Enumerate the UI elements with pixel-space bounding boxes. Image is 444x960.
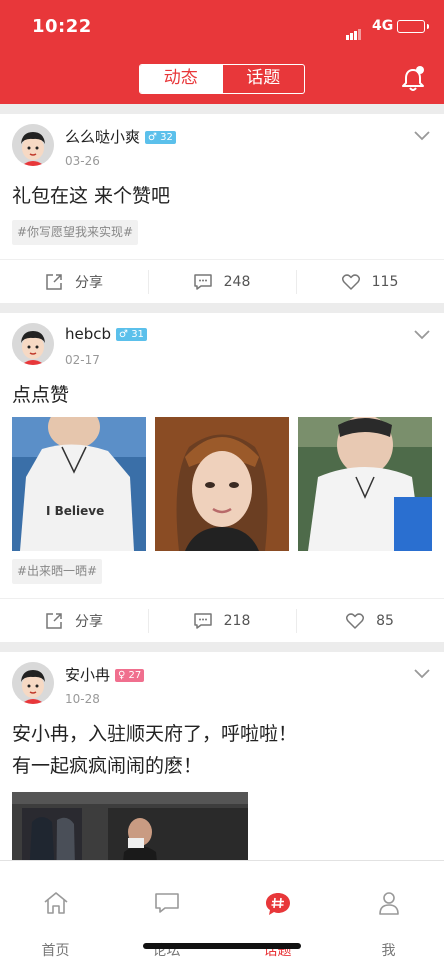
segment-control: 动态 话题	[139, 64, 305, 94]
share-button[interactable]: 分享	[0, 260, 148, 303]
topic-tag[interactable]: #出来晒一晒#	[12, 559, 103, 584]
post-date: 02-17	[65, 353, 100, 367]
photo-thumbnail[interactable]: I Believe	[12, 417, 146, 551]
age: 32	[160, 132, 173, 143]
share-icon	[46, 273, 62, 290]
feed[interactable]: 么么哒小爽 ♂ 32 03-26 礼包在这 来个赞吧 #你写愿望我来实现# 分享 …	[0, 104, 444, 860]
like-count: 115	[371, 273, 399, 290]
username-text: 安小冉	[65, 666, 111, 684]
username-text: 么么哒小爽	[65, 128, 141, 146]
photo-grid	[0, 782, 444, 860]
comment-icon	[193, 612, 212, 629]
avatar[interactable]	[12, 662, 54, 704]
network-label: 4G	[372, 18, 394, 34]
comment-count: 248	[223, 273, 251, 290]
post-date: 03-26	[65, 154, 100, 168]
comment-button[interactable]: 248	[148, 260, 296, 303]
chevron-down-icon[interactable]	[413, 329, 431, 341]
photo-thumbnail[interactable]	[155, 417, 289, 551]
hashtag-icon	[265, 893, 290, 915]
gender-symbol: ♂	[148, 132, 157, 143]
like-count: 85	[376, 612, 394, 629]
chat-icon	[154, 893, 179, 913]
gender-age-badge: ♂ 32	[145, 131, 176, 144]
divider	[0, 303, 444, 313]
gender-age-badge: ♀ 27	[115, 669, 145, 682]
age: 27	[128, 670, 142, 681]
share-icon	[46, 612, 62, 629]
avatar[interactable]	[12, 323, 54, 365]
age: 31	[131, 329, 144, 340]
chevron-down-icon[interactable]	[413, 668, 431, 680]
battery-icon	[397, 20, 429, 33]
app-header: 10:22 4G 动态 话题	[0, 0, 444, 104]
photo-shirt-text: I Believe	[46, 504, 104, 518]
post-user-row: hebcb ♂ 31 02-17	[0, 313, 444, 379]
comment-count: 218	[223, 612, 251, 629]
post-date: 10-28	[65, 692, 100, 706]
status-bar: 10:22 4G	[0, 0, 444, 54]
tab-label: 首页	[41, 943, 70, 959]
topic-tag[interactable]: #你写愿望我来实现#	[12, 220, 139, 245]
post-text: 点点赞	[12, 384, 70, 406]
heart-icon	[341, 273, 360, 290]
share-label: 分享	[75, 274, 103, 291]
share-label: 分享	[75, 613, 103, 630]
chevron-down-icon[interactable]	[413, 130, 431, 142]
username[interactable]: 安小冉 ♀ 27	[65, 664, 145, 685]
divider	[0, 642, 444, 652]
tab-home[interactable]: 首页	[0, 861, 111, 960]
bell-icon[interactable]	[398, 64, 428, 94]
post-text: 安小冉，入驻顺天府了，呼啦啦！ 有一起疯疯闹闹的麽！	[0, 718, 444, 782]
username[interactable]: hebcb ♂ 31	[65, 325, 147, 343]
tab-me[interactable]: 我	[333, 861, 444, 960]
post-card: 安小冉 ♀ 27 10-28 安小冉，入驻顺天府了，呼啦啦！ 有一起疯疯闹闹的麽！	[0, 652, 444, 860]
comment-icon	[193, 273, 212, 290]
gender-symbol: ♀	[118, 670, 126, 681]
post-card: hebcb ♂ 31 02-17 点点赞 I Believe #出来晒一晒# 分…	[0, 313, 444, 642]
like-button[interactable]: 85	[296, 599, 444, 642]
post-card: 么么哒小爽 ♂ 32 03-26 礼包在这 来个赞吧 #你写愿望我来实现# 分享 …	[0, 114, 444, 303]
divider	[0, 104, 444, 114]
avatar[interactable]	[12, 124, 54, 166]
status-time: 10:22	[32, 16, 92, 37]
post-user-row: 么么哒小爽 ♂ 32 03-26	[0, 114, 444, 180]
like-button[interactable]: 115	[296, 260, 444, 303]
username[interactable]: 么么哒小爽 ♂ 32	[65, 126, 176, 147]
username-text: hebcb	[65, 325, 112, 343]
photo-thumbnail[interactable]	[298, 417, 432, 551]
comment-button[interactable]: 218	[148, 599, 296, 642]
share-button[interactable]: 分享	[0, 599, 148, 642]
tab-label: 我	[381, 943, 396, 959]
tab-huati[interactable]: 话题	[221, 65, 305, 93]
post-actions: 分享 218 85	[0, 598, 444, 642]
gender-age-badge: ♂ 31	[116, 328, 147, 341]
photo-thumbnail[interactable]	[12, 792, 248, 860]
post-actions: 分享 248 115	[0, 259, 444, 303]
signal-icon	[346, 21, 362, 40]
photo-grid: I Believe	[0, 411, 444, 551]
home-indicator	[143, 943, 301, 949]
person-icon	[378, 892, 399, 915]
post-text-line: 有一起疯疯闹闹的麽！	[12, 755, 203, 777]
post-user-row: 安小冉 ♀ 27 10-28	[0, 652, 444, 718]
tab-dongtai[interactable]: 动态	[140, 65, 222, 93]
post-text: 礼包在这 来个赞吧	[12, 185, 171, 207]
home-icon	[43, 892, 68, 914]
gender-symbol: ♂	[119, 329, 128, 340]
heart-icon	[346, 612, 365, 629]
post-text-line: 安小冉，入驻顺天府了，呼啦啦！	[12, 723, 298, 745]
